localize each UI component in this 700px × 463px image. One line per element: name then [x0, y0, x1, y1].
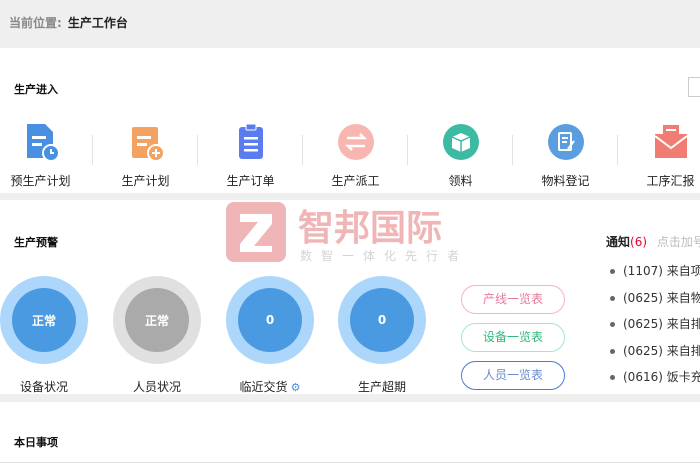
notice-title: 通知 [606, 235, 631, 249]
entry-label: 领料 [448, 174, 473, 188]
notice-count: (6) [630, 235, 648, 249]
notice-header: 通知(6) 点击加号 [606, 233, 700, 250]
gauge-value: 0 [238, 288, 302, 352]
svg-text:数智一体化先行者: 数智一体化先行者 [300, 248, 468, 263]
gauge-3[interactable]: 0 [338, 276, 426, 364]
divider [92, 135, 93, 165]
gear-icon[interactable]: ⚙ [291, 381, 301, 394]
entry-label: 生产派工 [331, 174, 380, 188]
gauge-0[interactable]: 正常 [0, 276, 88, 364]
gauge-label-text: 生产超期 [357, 380, 406, 394]
notepad-plus-icon [126, 122, 166, 162]
divider [197, 135, 198, 165]
breadcrumb: 当前位置: 生产工作台 [9, 14, 128, 31]
notice-list: (1107) 来自项 (0625) 来自物 (0625) 来自排 (0625) … [610, 262, 700, 395]
gauge-label: 设备状况 [0, 378, 99, 395]
gauge-label: 临近交货 ⚙ [215, 378, 325, 395]
gauge-label: 人员状况 [102, 378, 212, 395]
gauge-label-text: 人员状况 [132, 380, 181, 394]
entry-0[interactable]: 预生产计划 [0, 122, 93, 189]
gauge-value: 0 [350, 288, 414, 352]
today-panel [0, 402, 700, 463]
breadcrumb-label: 当前位置: [9, 16, 62, 30]
entry-label: 预生产计划 [10, 174, 71, 188]
document-clock-icon [21, 122, 61, 162]
entry-label: 物料登记 [541, 174, 590, 188]
edit-document-icon [546, 122, 586, 162]
notice-add-hint[interactable]: 点击加号 [657, 235, 700, 249]
exchange-arrows-icon [336, 122, 376, 162]
today-section-title: 本日事项 [14, 436, 58, 449]
gauge-2[interactable]: 0 [226, 276, 314, 364]
entry-1[interactable]: 生产计划 [93, 122, 198, 189]
box-icon [441, 122, 481, 162]
entry-4[interactable]: 领料 [408, 122, 513, 189]
divider [512, 135, 513, 165]
notice-item[interactable]: (1107) 来自项 [610, 262, 700, 289]
gauge-value: 正常 [12, 288, 76, 352]
envelope-icon [651, 122, 691, 162]
gauge-label-text: 临近交货 [239, 380, 288, 394]
warning-section-title: 生产预警 [14, 236, 58, 249]
gauge-value: 正常 [125, 288, 189, 352]
entry-label: 工序汇报 [646, 174, 695, 188]
divider [407, 135, 408, 165]
entry-label: 生产计划 [121, 174, 170, 188]
notice-item[interactable]: (0625) 来自排 [610, 315, 700, 342]
watermark-logo: 智邦国际 数智一体化先行者 [226, 202, 468, 263]
notice-item[interactable]: (0625) 来自排 [610, 342, 700, 369]
personnel-list-button[interactable]: 人员一览表 [461, 361, 565, 390]
gauge-label: 生产超期 [327, 378, 437, 395]
entry-6[interactable]: 工序汇报 [618, 122, 700, 189]
equipment-list-button[interactable]: 设备一览表 [461, 323, 565, 352]
svg-text:智邦国际: 智邦国际 [298, 208, 442, 249]
entry-label: 生产订单 [226, 174, 275, 188]
production-line-list-button[interactable]: 产线一览表 [461, 285, 565, 314]
divider [617, 135, 618, 165]
entry-section-title: 生产进入 [14, 83, 58, 96]
divider [302, 135, 303, 165]
entry-3[interactable]: 生产派工 [303, 122, 408, 189]
gauge-label-text: 设备状况 [19, 380, 68, 394]
entry-5[interactable]: 物料登记 [513, 122, 618, 189]
notice-item[interactable]: (0625) 来自物 [610, 289, 700, 316]
entry-2[interactable]: 生产订单 [198, 122, 303, 189]
gauge-1[interactable]: 正常 [113, 276, 201, 364]
settings-button[interactable] [688, 77, 700, 97]
breadcrumb-current: 生产工作台 [67, 16, 128, 30]
notice-item[interactable]: (0616) 饭卡充 [610, 368, 700, 395]
clipboard-icon [231, 122, 271, 162]
